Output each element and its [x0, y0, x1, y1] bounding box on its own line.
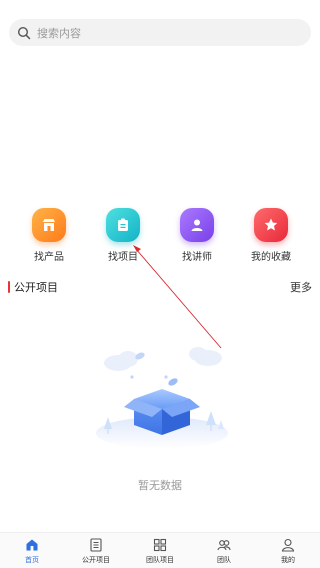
profile-icon	[280, 537, 296, 553]
tab-public-projects[interactable]: 公开项目	[64, 533, 128, 568]
quick-action-my-favorites[interactable]: 我的收藏	[236, 208, 306, 263]
tab-label: 团队	[217, 555, 231, 564]
public-projects-header: 公开项目 更多	[0, 279, 320, 295]
tab-label: 我的	[281, 555, 295, 564]
user-icon	[180, 208, 214, 242]
search-input[interactable]: 搜索内容	[9, 19, 311, 46]
search-placeholder: 搜索内容	[37, 26, 81, 40]
clipboard-icon	[106, 208, 140, 242]
empty-box-illustration	[90, 325, 235, 460]
quick-actions: 找产品 找项目 找讲师 我的收藏	[0, 208, 320, 263]
tab-home[interactable]: 首页	[0, 533, 64, 568]
tab-mine[interactable]: 我的	[256, 533, 320, 568]
section-accent-bar	[8, 281, 10, 293]
tab-team[interactable]: 团队	[192, 533, 256, 568]
bottom-tabbar: 首页 公开项目 团队项目 团队 我的	[0, 532, 320, 568]
tab-label: 团队项目	[146, 555, 174, 564]
home-icon	[24, 537, 40, 553]
star-icon	[254, 208, 288, 242]
tab-label: 首页	[25, 555, 39, 564]
quick-action-find-product[interactable]: 找产品	[14, 208, 84, 263]
quick-action-label: 我的收藏	[251, 252, 291, 263]
tab-team-projects[interactable]: 团队项目	[128, 533, 192, 568]
empty-state-text: 暂无数据	[138, 479, 182, 492]
search-icon	[17, 26, 31, 40]
quick-action-label: 找产品	[34, 252, 64, 263]
document-icon	[88, 537, 104, 553]
tab-label: 公开项目	[82, 555, 110, 564]
shop-icon	[32, 208, 66, 242]
quick-action-find-lecturer[interactable]: 找讲师	[162, 208, 232, 263]
section-title-text: 公开项目	[14, 281, 58, 294]
quick-action-label: 找讲师	[182, 252, 212, 263]
section-title: 公开项目	[8, 279, 58, 295]
quick-action-find-project[interactable]: 找项目	[88, 208, 158, 263]
more-link[interactable]: 更多	[290, 279, 312, 295]
group-icon	[216, 537, 232, 553]
grid-icon	[152, 537, 168, 553]
quick-action-label: 找项目	[108, 252, 138, 263]
